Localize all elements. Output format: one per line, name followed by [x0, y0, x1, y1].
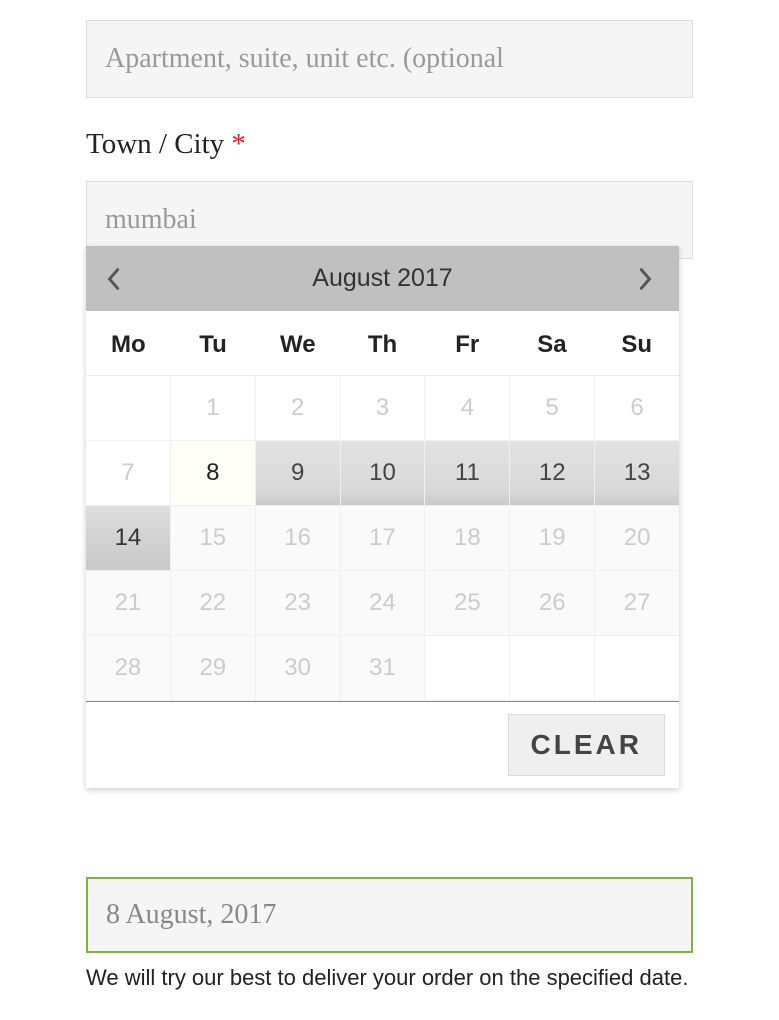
day-cell[interactable]: 18	[425, 506, 510, 571]
chevron-right-icon	[639, 267, 653, 291]
day-cell[interactable]: 2	[256, 376, 341, 441]
day-cell[interactable]: 5	[510, 376, 595, 441]
day-cell[interactable]: 16	[256, 506, 341, 571]
weekday-header: Tu	[171, 331, 256, 359]
help-text: We will try our best to deliver your ord…	[86, 963, 693, 994]
datepicker-row: 28293031	[86, 636, 679, 701]
day-cell[interactable]: 23	[256, 571, 341, 636]
required-marker: *	[231, 128, 246, 160]
datepicker-footer: CLEAR	[86, 701, 679, 788]
weekday-header: Sa	[510, 331, 595, 359]
datepicker-grid: 1234567891011121314151617181920212223242…	[86, 375, 679, 701]
day-cell[interactable]: 1	[171, 376, 256, 441]
day-cell[interactable]: 19	[510, 506, 595, 571]
day-cell[interactable]: 24	[341, 571, 426, 636]
day-cell[interactable]: 9	[256, 441, 341, 506]
datepicker-header: August 2017	[86, 246, 679, 311]
day-cell[interactable]: 31	[341, 636, 426, 701]
weekday-header: Th	[340, 331, 425, 359]
day-cell[interactable]: 13	[595, 441, 679, 506]
empty-cell	[86, 376, 171, 441]
day-cell[interactable]: 26	[510, 571, 595, 636]
datepicker-row: 123456	[86, 376, 679, 441]
day-cell[interactable]: 28	[86, 636, 171, 701]
day-cell[interactable]: 15	[171, 506, 256, 571]
weekday-header: Fr	[425, 331, 510, 359]
weekday-header: Mo	[86, 331, 171, 359]
weekday-header: We	[255, 331, 340, 359]
empty-cell	[595, 636, 679, 701]
datepicker-row: 78910111213	[86, 441, 679, 506]
day-cell[interactable]: 27	[595, 571, 679, 636]
clear-button[interactable]: CLEAR	[508, 714, 665, 776]
delivery-date-input[interactable]	[86, 877, 693, 953]
weekday-header-row: MoTuWeThFrSaSu	[86, 311, 679, 375]
day-cell[interactable]: 29	[171, 636, 256, 701]
day-cell[interactable]: 4	[425, 376, 510, 441]
day-cell[interactable]: 17	[341, 506, 426, 571]
empty-cell	[510, 636, 595, 701]
city-label: Town / City *	[86, 128, 693, 161]
city-label-text: Town / City	[86, 128, 224, 160]
day-cell[interactable]: 10	[341, 441, 426, 506]
prev-month-button[interactable]	[106, 267, 126, 291]
day-cell[interactable]: 21	[86, 571, 171, 636]
day-cell[interactable]: 12	[510, 441, 595, 506]
datepicker-title: August 2017	[312, 264, 452, 293]
day-cell[interactable]: 6	[595, 376, 679, 441]
apartment-input[interactable]	[86, 20, 693, 98]
day-cell[interactable]: 22	[171, 571, 256, 636]
day-cell[interactable]: 3	[341, 376, 426, 441]
datepicker-row: 21222324252627	[86, 571, 679, 636]
day-cell[interactable]: 14	[86, 506, 171, 571]
chevron-left-icon	[106, 267, 120, 291]
empty-cell	[425, 636, 510, 701]
day-cell[interactable]: 7	[86, 441, 171, 506]
datepicker: August 2017 MoTuWeThFrSaSu 1234567891011…	[86, 246, 679, 788]
day-cell[interactable]: 20	[595, 506, 679, 571]
day-cell[interactable]: 11	[425, 441, 510, 506]
datepicker-row: 14151617181920	[86, 506, 679, 571]
next-month-button[interactable]	[639, 267, 659, 291]
weekday-header: Su	[594, 331, 679, 359]
day-cell[interactable]: 30	[256, 636, 341, 701]
day-cell[interactable]: 8	[171, 441, 256, 506]
day-cell[interactable]: 25	[425, 571, 510, 636]
